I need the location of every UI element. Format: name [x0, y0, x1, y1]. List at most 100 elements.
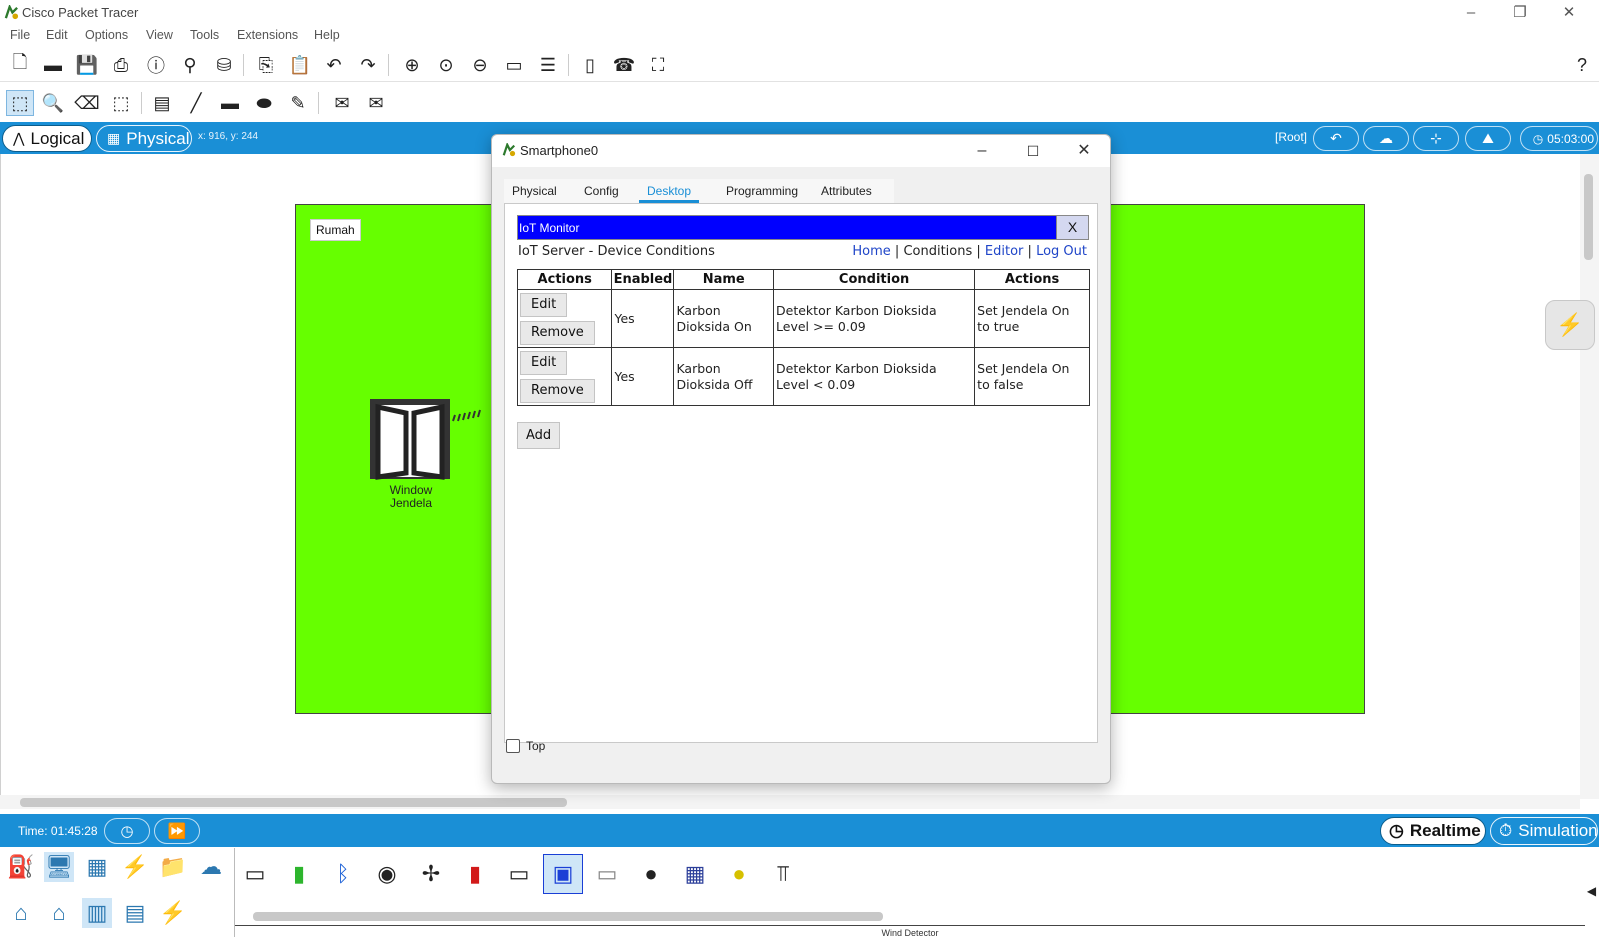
back-arrow-icon[interactable]: ↶	[1313, 126, 1359, 151]
realtime-tab[interactable]: ◷ Realtime	[1380, 817, 1486, 845]
carbon-dioxide-detector-icon[interactable]: ◉	[367, 854, 407, 894]
document-icon[interactable]: ▯	[578, 54, 602, 76]
ip-phone-icon[interactable]: ☎	[612, 54, 636, 76]
tab-attributes[interactable]: Attributes	[813, 179, 880, 203]
inspect-icon[interactable]: 🔍	[41, 92, 65, 114]
connections-icon[interactable]: ⚡	[120, 852, 150, 882]
maximize-icon[interactable]: ☐	[1013, 139, 1053, 163]
misc-icon[interactable]: 📁	[158, 852, 188, 882]
horizontal-scrollbar[interactable]	[0, 795, 1580, 809]
minimize-icon[interactable]: –	[1448, 2, 1494, 24]
copy-icon[interactable]: ⎘	[254, 54, 278, 76]
edit-button[interactable]: Edit	[520, 350, 568, 375]
panel-collapse-icon[interactable]: ◀	[1584, 876, 1599, 906]
remove-button[interactable]: Remove	[520, 320, 595, 345]
tab-programming[interactable]: Programming	[718, 179, 806, 203]
print-icon[interactable]: ⎙	[109, 54, 133, 76]
menu-file[interactable]: File	[10, 28, 30, 42]
line-icon[interactable]: ╱	[184, 92, 208, 114]
battery-icon[interactable]: ▮	[279, 854, 319, 894]
redo-icon[interactable]: ↷	[356, 54, 380, 76]
environment-icon[interactable]: ⛰	[1465, 126, 1511, 151]
reset-clock-icon[interactable]: ◷	[104, 818, 150, 844]
tablet-icon[interactable]: ▣	[543, 854, 583, 894]
menu-tools[interactable]: Tools	[190, 28, 219, 42]
menu-options[interactable]: Options	[85, 28, 128, 42]
ellipse-icon[interactable]: ⬬	[252, 92, 276, 114]
info-icon[interactable]: ⓘ	[144, 54, 168, 76]
display-icon[interactable]: ▭	[499, 854, 539, 894]
remove-button[interactable]: Remove	[520, 378, 595, 403]
undo-icon[interactable]: ↶	[322, 54, 346, 76]
delete-icon[interactable]: ⌫	[74, 92, 99, 114]
tab-config[interactable]: Config	[576, 179, 627, 203]
save-icon[interactable]: 💾	[75, 54, 99, 76]
custom-devices-dialog-icon[interactable]: ☰	[536, 54, 560, 76]
end-devices-icon[interactable]: 🖥	[44, 852, 74, 882]
nav-editor-link[interactable]: Editor	[985, 244, 1023, 259]
restore-icon[interactable]: ❐	[1497, 2, 1543, 24]
city-icon[interactable]: ⌂	[44, 898, 74, 928]
tab-physical[interactable]: Physical	[504, 179, 565, 203]
dialog-title-bar[interactable]: Smartphone0 – ☐ ✕	[492, 135, 1110, 167]
speaker-icon[interactable]: ●	[631, 854, 671, 894]
drawing-palette-icon[interactable]: ▭	[502, 54, 526, 76]
close-icon[interactable]: ✕	[1064, 139, 1104, 163]
building-icon[interactable]: ⚡	[158, 898, 188, 928]
simulation-tab[interactable]: ⏱ Simulation	[1490, 817, 1598, 845]
wind-detector-icon[interactable]: ⫪	[763, 854, 803, 894]
paste-icon[interactable]: 📋	[288, 54, 312, 76]
rectangle-icon[interactable]: ▬	[218, 92, 242, 114]
minimize-icon[interactable]: –	[962, 139, 1002, 163]
network-devices-icon[interactable]: ⛽	[6, 852, 36, 882]
home-icon[interactable]: ⌂	[6, 898, 36, 928]
appliance-icon[interactable]: ▭	[235, 854, 275, 894]
root-label[interactable]: [Root]	[1275, 130, 1307, 144]
resize-icon[interactable]: ⬚	[109, 92, 133, 114]
scroll-thumb[interactable]	[1584, 174, 1593, 260]
industrial-icon[interactable]: ▥	[82, 898, 112, 928]
open-folder-icon[interactable]: ▬	[41, 54, 65, 76]
zoom-out-icon[interactable]: ⊖	[468, 54, 492, 76]
add-condition-button[interactable]: Add	[517, 422, 561, 449]
multiuser-icon[interactable]: ☁	[196, 852, 226, 882]
select-icon[interactable]: ⬚	[6, 90, 34, 116]
menu-edit[interactable]: Edit	[46, 28, 68, 42]
edit-button[interactable]: Edit	[520, 292, 568, 317]
solar-panel-icon[interactable]: ▦	[675, 854, 715, 894]
iot-close-button[interactable]: X	[1056, 216, 1088, 239]
menu-extensions[interactable]: Extensions	[237, 28, 298, 42]
components-icon[interactable]: ▦	[82, 852, 112, 882]
sidebar-toggle-icon[interactable]: ⚡	[1545, 300, 1595, 350]
street-lamp-icon[interactable]: ●	[719, 854, 759, 894]
nav-home-link[interactable]: Home	[852, 244, 890, 259]
note-icon[interactable]: ▤	[150, 92, 174, 114]
tab-desktop[interactable]: Desktop	[639, 179, 700, 203]
garage-door-icon[interactable]: ▭	[587, 854, 627, 894]
help-icon[interactable]: ?	[1570, 54, 1594, 76]
clock-display[interactable]: ◷ 05:03:00	[1520, 126, 1598, 151]
fast-forward-icon[interactable]: ⏩	[154, 818, 200, 844]
device-scrollbar[interactable]	[235, 910, 1585, 922]
simple-pdu-icon[interactable]: ✉	[330, 92, 354, 114]
zoom-in-icon[interactable]: ⊕	[400, 54, 424, 76]
complex-pdu-icon[interactable]: ✉	[364, 92, 388, 114]
new-file-icon[interactable]: 🗋	[8, 52, 32, 76]
always-on-top-checkbox[interactable]: Top	[506, 739, 545, 753]
screenshot-icon[interactable]: ⛶	[646, 54, 670, 76]
cloud-add-icon[interactable]: ☁	[1363, 126, 1409, 151]
close-icon[interactable]: ✕	[1546, 2, 1592, 24]
window-device-icon[interactable]	[368, 397, 452, 481]
fire-sprinkler-icon[interactable]: ▮	[455, 854, 495, 894]
scroll-thumb[interactable]	[20, 798, 567, 807]
physical-tab[interactable]: ▦ Physical	[96, 125, 192, 152]
logical-tab[interactable]: ⋀ Logical	[2, 125, 92, 152]
menu-help[interactable]: Help	[314, 28, 340, 42]
nav-logout-link[interactable]: Log Out	[1036, 244, 1087, 259]
custom-device-icon[interactable]: ⛁	[212, 54, 236, 76]
power-grid-icon[interactable]: ▤	[120, 898, 150, 928]
network-wizard-icon[interactable]: ⚲	[178, 54, 202, 76]
scroll-thumb[interactable]	[253, 912, 883, 921]
ceiling-fan-icon[interactable]: ✢	[411, 854, 451, 894]
vertical-scrollbar[interactable]	[1580, 154, 1599, 799]
